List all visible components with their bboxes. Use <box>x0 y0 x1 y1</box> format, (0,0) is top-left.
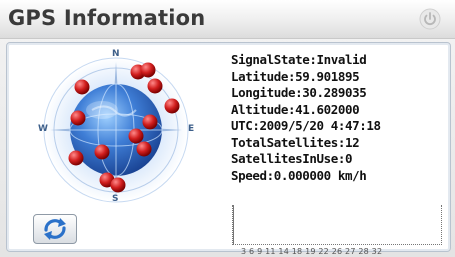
sky-view: N E S W <box>38 48 200 208</box>
gps-information-window: GPS Information N E S W SignalState:Inva… <box>0 0 455 257</box>
utc-time: UTC:2009/5/20 4:47:18 <box>231 118 381 133</box>
satellites-in-use: SatellitesInUse:0 <box>231 151 353 166</box>
satellite-id-list: 3 6 9 11 14 18 19 22 26 27 28 32 <box>241 247 383 256</box>
gps-info-text: SignalState:Invalid Latitude:59.901895 L… <box>231 52 381 184</box>
compass-south: S <box>112 194 119 204</box>
title-bar: GPS Information <box>0 0 455 39</box>
power-button[interactable] <box>419 8 441 30</box>
speed: Speed:0.000000 km/h <box>231 167 367 183</box>
compass-east: E <box>188 124 195 134</box>
refresh-icon <box>44 218 66 240</box>
signal-strength-chart <box>232 205 442 245</box>
window-title: GPS Information <box>8 6 206 30</box>
longitude: Longitude:30.289035 <box>231 85 367 100</box>
latitude: Latitude:59.901895 <box>231 68 360 84</box>
total-satellites: TotalSatellites:12 <box>231 134 360 150</box>
compass-west: W <box>38 124 48 134</box>
power-icon <box>419 8 441 30</box>
altitude: Altitude:41.602000 <box>231 101 360 117</box>
refresh-button[interactable] <box>33 214 77 244</box>
compass-north: N <box>112 49 120 59</box>
signal-state: SignalState:Invalid <box>231 52 367 67</box>
globe-icon <box>43 57 189 203</box>
